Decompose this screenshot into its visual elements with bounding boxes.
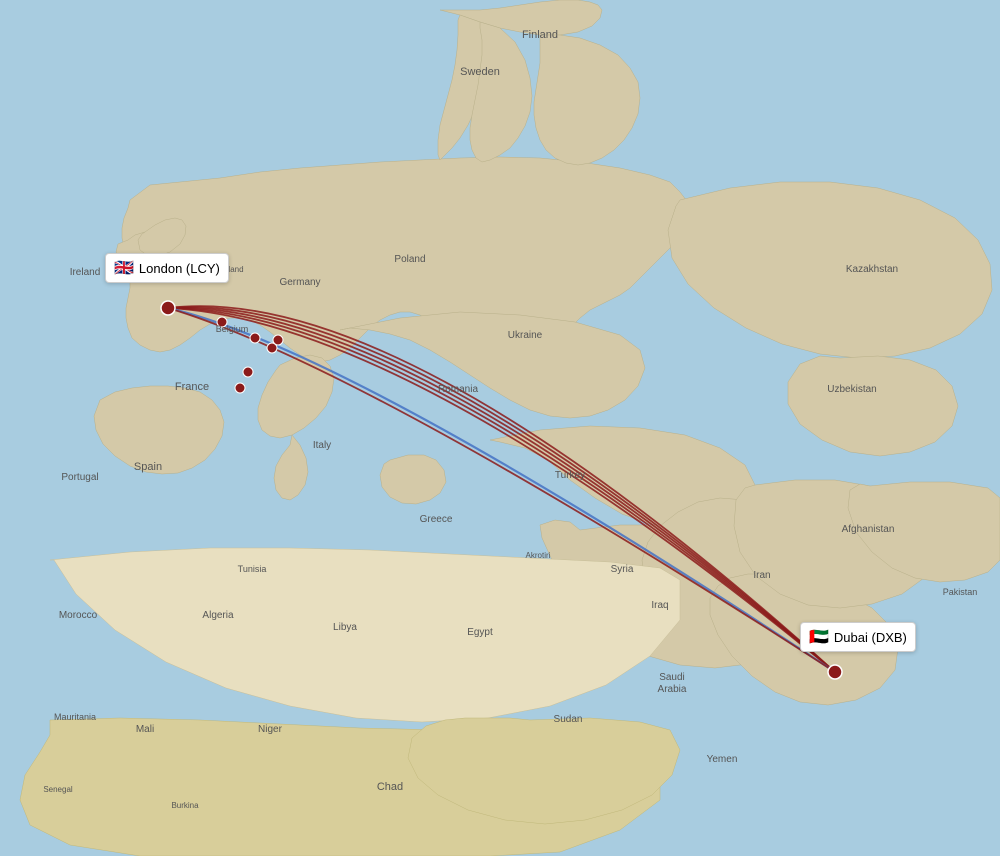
- svg-text:Iraq: Iraq: [651, 600, 668, 611]
- svg-text:Romania: Romania: [438, 384, 478, 395]
- svg-text:Pakistan: Pakistan: [943, 587, 978, 597]
- svg-text:Mauritania: Mauritania: [54, 712, 96, 722]
- svg-text:Arabia: Arabia: [658, 684, 687, 695]
- svg-text:Akrotiri: Akrotiri: [526, 551, 551, 560]
- svg-text:Iran: Iran: [753, 570, 770, 581]
- svg-text:Greece: Greece: [420, 514, 453, 525]
- svg-text:Syria: Syria: [611, 564, 634, 575]
- svg-text:Portugal: Portugal: [61, 472, 98, 483]
- dubai-label: 🇦🇪 Dubai (DXB): [800, 622, 916, 652]
- svg-text:Poland: Poland: [394, 254, 425, 265]
- svg-text:Afghanistan: Afghanistan: [842, 524, 895, 535]
- svg-text:Italy: Italy: [313, 440, 331, 451]
- svg-text:Kazakhstan: Kazakhstan: [846, 264, 898, 275]
- svg-text:Tunisia: Tunisia: [238, 564, 267, 574]
- svg-text:Egypt: Egypt: [467, 627, 493, 638]
- svg-text:Ireland: Ireland: [70, 267, 101, 278]
- london-label: 🇬🇧 London (LCY): [105, 253, 229, 283]
- svg-text:Germany: Germany: [279, 277, 320, 288]
- svg-text:Ukraine: Ukraine: [508, 330, 543, 341]
- svg-text:Sudan: Sudan: [554, 714, 583, 725]
- svg-text:Uzbekistan: Uzbekistan: [827, 384, 876, 395]
- uae-flag: 🇦🇪: [809, 627, 829, 647]
- svg-text:Niger: Niger: [258, 724, 283, 735]
- svg-text:Chad: Chad: [377, 781, 403, 793]
- map-container: Finland Sweden Ireland Belgium Germany P…: [0, 0, 1000, 856]
- london-label-text: London (LCY): [139, 261, 220, 276]
- svg-text:Sweden: Sweden: [460, 66, 500, 78]
- dubai-label-text: Dubai (DXB): [834, 630, 907, 645]
- svg-text:Senegal: Senegal: [43, 785, 73, 794]
- svg-text:Spain: Spain: [134, 461, 162, 473]
- svg-text:Belgium: Belgium: [216, 324, 249, 334]
- svg-text:Finland: Finland: [522, 29, 558, 41]
- svg-text:Saudi: Saudi: [659, 672, 685, 683]
- svg-text:Yemen: Yemen: [707, 754, 738, 765]
- svg-text:Morocco: Morocco: [59, 610, 98, 621]
- uk-flag: 🇬🇧: [114, 258, 134, 278]
- svg-text:Turkey: Turkey: [555, 470, 585, 481]
- svg-text:France: France: [175, 381, 209, 393]
- svg-text:Algeria: Algeria: [202, 610, 234, 621]
- svg-text:Mali: Mali: [136, 724, 154, 735]
- svg-text:Libya: Libya: [333, 622, 357, 633]
- svg-text:Burkina: Burkina: [171, 801, 199, 810]
- map-svg: Finland Sweden Ireland Belgium Germany P…: [0, 0, 1000, 856]
